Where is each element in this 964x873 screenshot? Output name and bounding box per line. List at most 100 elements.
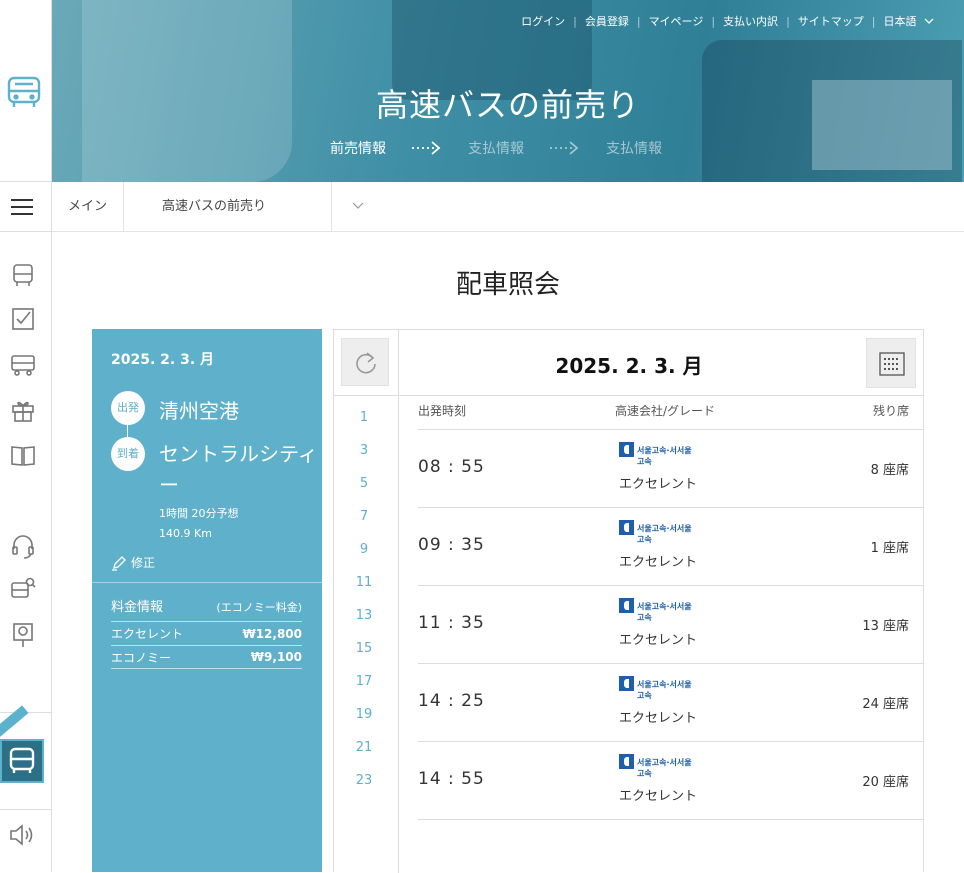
chevron-down-icon [924, 18, 934, 24]
bus-grade: エクセレント [619, 555, 698, 570]
fare-amount: ₩9,100 [250, 650, 302, 664]
home-logo[interactable] [0, 0, 52, 182]
app-ribbon [0, 705, 29, 739]
menu-button[interactable] [0, 182, 52, 232]
remaining-seats: 1 座席 [870, 541, 909, 556]
sitemap-link[interactable]: サイトマップ [798, 13, 864, 29]
mypage-link[interactable]: マイページ [649, 13, 704, 29]
speaker-icon[interactable] [8, 822, 36, 848]
fare-amount: ₩12,800 [242, 626, 302, 641]
remaining-seats: 8 座席 [870, 463, 909, 478]
pencil-icon [112, 555, 126, 571]
hour-link[interactable]: 1 [334, 410, 394, 425]
hour-link[interactable]: 11 [334, 575, 394, 590]
bus-logo-icon [7, 76, 41, 107]
hour-link[interactable]: 3 [334, 443, 394, 458]
banner-title: 高速バスの前売り [375, 86, 640, 124]
headset-icon[interactable] [10, 533, 36, 559]
fare-table: エクセレント ₩12,800 エコノミー ₩9,100 [111, 621, 302, 669]
calendar-icon [879, 352, 905, 376]
fare-row: エクセレント ₩12,800 [111, 621, 302, 645]
hour-link[interactable]: 19 [334, 707, 394, 722]
departure-badge: 出発 [111, 391, 145, 425]
hour-link[interactable]: 5 [334, 476, 394, 491]
hour-link[interactable]: 21 [334, 740, 394, 755]
app-download[interactable] [0, 705, 52, 810]
breadcrumb-current-label: 高速バスの前売り [162, 199, 267, 214]
refresh-icon [356, 352, 376, 374]
company-logo: 서울고속·서서울고속 [619, 598, 695, 622]
bus-grade: エクセレント [619, 789, 698, 804]
calendar-button[interactable] [866, 338, 916, 388]
company-logo: 서울고속·서서울고속 [619, 754, 695, 778]
refresh-button[interactable] [341, 338, 389, 386]
bus-grade: エクセレント [619, 633, 698, 648]
location-pin-icon[interactable] [10, 622, 36, 648]
travel-distance: 140.9 Km [159, 527, 212, 540]
arrival-terminal: セントラルシティー [159, 442, 318, 497]
company-logo-text: 서울고속·서서울고속 [637, 602, 692, 622]
bus-icon[interactable] [10, 262, 36, 288]
departure-terminal: 清州空港 [159, 399, 239, 423]
hour-link[interactable]: 17 [334, 674, 394, 689]
fare-grade: エクセレント [111, 627, 184, 641]
step-1: 前売情報 [330, 141, 386, 157]
book-icon[interactable] [10, 442, 36, 468]
remaining-seats: 24 座席 [862, 697, 909, 712]
left-rail [0, 0, 52, 872]
step-indicator: 前売情報 支払情報 支払情報 [330, 138, 662, 158]
step-3: 支払情報 [606, 141, 662, 157]
departure-time: 11 : 35 [418, 613, 485, 633]
hour-link[interactable]: 9 [334, 542, 394, 557]
breadcrumb-current[interactable]: 高速バスの前売り [124, 182, 364, 232]
language-select[interactable]: 日本語 [884, 13, 935, 29]
hour-link[interactable]: 13 [334, 608, 394, 623]
step-arrow-icon [550, 141, 579, 155]
payment-history-link[interactable]: 支払い内訳 [723, 13, 778, 29]
company-logo: 서울고속·서서울고속 [619, 520, 695, 544]
table-row[interactable]: 14 : 55 서울고속·서서울고속 エクセレント 20 座席 [418, 742, 924, 820]
fare-row: エコノミー ₩9,100 [111, 645, 302, 669]
schedule-date: 2025. 2. 3. 月 [555, 354, 703, 378]
signup-link[interactable]: 会員登録 [585, 13, 629, 29]
arrival-badge: 到着 [111, 437, 145, 471]
departure-time: 14 : 55 [418, 769, 485, 789]
page-title: 配車照会 [455, 270, 560, 300]
step-2: 支払情報 [468, 141, 524, 157]
schedule-header: 2025. 2. 3. 月 [334, 330, 923, 396]
breadcrumb-home[interactable]: メイン [52, 182, 124, 232]
table-row[interactable]: 09 : 35 서울고속·서서울고속 エクセレント 1 座席 [418, 508, 924, 586]
fare-title: 料金情報 [111, 600, 164, 615]
top-links: ログイン | 会員登録 | マイページ | 支払い内訳 | サイトマップ | 日本語 [521, 13, 934, 29]
bus-stop-icon[interactable] [10, 352, 36, 378]
table-row[interactable]: 08 : 55 서울고속·서서울고속 エクセレント 8 座席 [418, 430, 924, 508]
hour-link[interactable]: 15 [334, 641, 394, 656]
gift-icon[interactable] [10, 397, 36, 423]
hour-link[interactable]: 7 [334, 509, 394, 524]
edit-route-button[interactable]: 修正 [111, 554, 155, 571]
step-arrow-icon [412, 141, 441, 155]
travel-duration: 1時間 20分予想 [159, 507, 239, 520]
login-link[interactable]: ログイン [521, 13, 565, 29]
remaining-seats: 20 座席 [862, 775, 909, 790]
table-row[interactable]: 14 : 25 서울고속·서서울고속 エクセレント 24 座席 [418, 664, 924, 742]
bus-grade: エクセレント [619, 477, 698, 492]
hour-link[interactable]: 23 [334, 773, 394, 788]
fare-grade: エコノミー [111, 650, 172, 665]
language-label: 日本語 [883, 15, 917, 28]
column-header-company: 高速会社/グレード [615, 404, 716, 418]
bus-search-icon[interactable] [10, 576, 36, 602]
company-logo-text: 서울고속·서서울고속 [637, 758, 692, 778]
hero-banner: ログイン | 会員登録 | マイページ | 支払い内訳 | サイトマップ | 日本語 高速… [52, 0, 964, 182]
bus-grade: エクセレント [619, 711, 698, 726]
edit-label: 修正 [131, 556, 156, 570]
fare-note: (エコノミー料金) [216, 601, 302, 614]
company-logo-text: 서울고속·서서울고속 [637, 680, 692, 700]
table-row[interactable]: 11 : 35 서울고속·서서울고속 エクセレント 13 座席 [418, 586, 924, 664]
breadcrumb: メイン 高速バスの前売り [52, 182, 964, 232]
travel-date: 2025. 2. 3. 月 [111, 352, 215, 368]
checkbox-icon[interactable] [10, 306, 36, 332]
remaining-seats: 13 座席 [862, 619, 909, 634]
departure-time: 09 : 35 [418, 535, 485, 555]
column-header-time: 出発時刻 [418, 404, 467, 418]
